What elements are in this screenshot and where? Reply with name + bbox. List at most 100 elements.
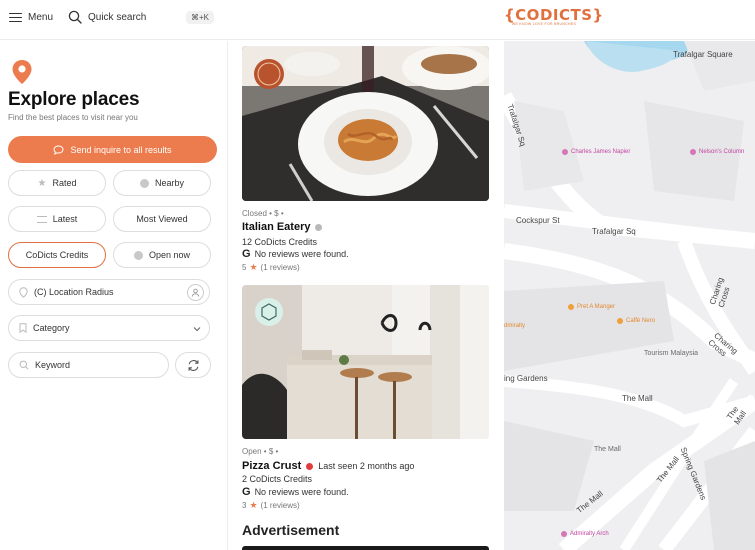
- search-icon: [68, 10, 82, 24]
- filter-most-viewed[interactable]: Most Viewed: [113, 206, 211, 232]
- page-title: Explore places: [8, 89, 140, 110]
- listing-name-text: Pizza Crust: [242, 460, 302, 472]
- street-label: Trafalgar Sq: [592, 227, 636, 236]
- compass-icon: [139, 178, 149, 188]
- rating-value: 3: [242, 501, 247, 510]
- advertisement-banner[interactable]: [242, 546, 489, 550]
- top-bar: Menu Quick search ⌘+K {CODICTS} WE KNOW …: [0, 0, 755, 40]
- filter-most-viewed-label: Most Viewed: [136, 214, 188, 224]
- last-seen-text: Last seen 2 months ago: [318, 461, 415, 471]
- map-poi[interactable]: Caffè Nero: [617, 318, 655, 324]
- street-label: The Mall: [622, 394, 653, 403]
- street-label: Cockspur St: [516, 216, 560, 225]
- map-place-label: The Mall: [594, 446, 621, 453]
- status-dot: [315, 223, 323, 231]
- filter-rated-label: Rated: [52, 178, 77, 188]
- listing-name-text: Italian Eatery: [242, 221, 311, 233]
- listing-google-reviews: G No reviews were found.: [242, 486, 349, 498]
- send-inquire-label: Send inquire to all results: [70, 144, 172, 155]
- filter-open-now[interactable]: Open now: [113, 242, 211, 268]
- keyword-placeholder: Keyword: [35, 360, 71, 370]
- location-pin-icon: [12, 60, 32, 84]
- user-location-icon[interactable]: [187, 284, 204, 301]
- listing-credits: 2 CoDicts Credits: [242, 474, 313, 484]
- map-poi[interactable]: Pret A Manger: [568, 304, 615, 310]
- filter-nearby[interactable]: Nearby: [113, 170, 211, 196]
- poi-marker-icon: [562, 149, 568, 155]
- poi-label: Admiralty Arch: [570, 531, 609, 537]
- google-icon: G: [242, 486, 251, 498]
- shortcut-hint: ⌘+K: [186, 11, 215, 24]
- listing-status-line: Open • $ •: [242, 447, 279, 456]
- poi-marker-icon: [568, 304, 574, 310]
- refresh-icon: [188, 359, 198, 371]
- map-poi[interactable]: Charles James Napier: [562, 149, 630, 155]
- menu-button[interactable]: Menu: [9, 12, 53, 23]
- listing-status-line: Closed • $ •: [242, 209, 284, 218]
- rating-count: (1 reviews): [260, 501, 300, 510]
- poi-label: Caffè Nero: [626, 318, 655, 324]
- bookmark-icon: [19, 323, 27, 333]
- poi-marker-icon: [617, 318, 623, 324]
- poi-label: Nelson's Column: [699, 149, 745, 155]
- status-dot: [306, 462, 314, 470]
- poi-label: Pret A Manger: [577, 304, 616, 310]
- listing-photo-italian-eatery[interactable]: [242, 46, 489, 201]
- listing-feed: Closed • $ • Italian Eatery 12 CoDicts C…: [229, 41, 503, 550]
- map-pin-icon: [19, 286, 28, 298]
- menu-label: Menu: [28, 12, 54, 23]
- reviews-text: No reviews were found.: [254, 487, 349, 497]
- location-radius-placeholder: (C) Location Radius: [34, 287, 114, 297]
- chevron-down-icon: [193, 327, 201, 332]
- star-icon: ★: [37, 177, 47, 189]
- category-placeholder: Category: [33, 323, 70, 333]
- rating-value: 5: [242, 263, 247, 272]
- star-icon: ★: [249, 262, 258, 272]
- listing-credits: 12 CoDicts Credits: [242, 237, 318, 247]
- codicts-logo[interactable]: {CODICTS} WE KNOW LOVE FOR BRUNCHES: [504, 6, 603, 26]
- filter-latest-label: Latest: [52, 214, 78, 224]
- filter-nearby-label: Nearby: [154, 178, 184, 188]
- map-poi[interactable]: Nelson's Column: [690, 149, 744, 155]
- filter-codicts-credits[interactable]: CoDicts Credits: [8, 242, 106, 268]
- listing-google-reviews: G No reviews were found.: [242, 248, 349, 260]
- logo-tagline: WE KNOW LOVE FOR BRUNCHES: [511, 22, 577, 26]
- map-poi[interactable]: dmiralty: [504, 323, 525, 329]
- location-radius-field[interactable]: (C) Location Radius: [8, 279, 210, 305]
- poi-marker-icon: [561, 531, 567, 537]
- list-icon: [36, 215, 47, 223]
- refresh-button[interactable]: [175, 352, 211, 378]
- street-label: ing Gardens: [504, 374, 548, 383]
- star-icon: ★: [249, 500, 258, 510]
- map-view[interactable]: Trafalgar Square Trafalgar Sq Cockspur S…: [504, 41, 755, 550]
- poi-label: Charles James Napier: [571, 149, 631, 155]
- listing-photo-pizza-crust[interactable]: [242, 285, 489, 439]
- category-select[interactable]: Category: [8, 315, 210, 341]
- poi-label: dmiralty: [504, 323, 526, 329]
- listing-name[interactable]: Pizza Crust Last seen 2 months ago: [242, 460, 414, 472]
- send-inquire-button[interactable]: Send inquire to all results: [8, 136, 217, 163]
- page-subtitle: Find the best places to visit near you: [8, 113, 138, 122]
- reviews-text: No reviews were found.: [254, 249, 349, 259]
- rating-count: (1 reviews): [260, 263, 300, 272]
- chat-bubble-icon: [53, 144, 64, 155]
- map-poi[interactable]: Admiralty Arch: [561, 531, 609, 537]
- search-icon: [19, 360, 29, 370]
- map-place-label: Tourism Malaysia: [644, 350, 699, 357]
- filter-open-now-label: Open now: [148, 250, 191, 260]
- filter-rated[interactable]: ★ Rated: [8, 170, 106, 196]
- listing-rating: 5 ★ (1 reviews): [242, 262, 300, 273]
- hamburger-icon: [9, 13, 22, 22]
- listing-name[interactable]: Italian Eatery: [242, 221, 323, 233]
- poi-marker-icon: [690, 149, 696, 155]
- filter-latest[interactable]: Latest: [8, 206, 106, 232]
- filter-sidebar: Explore places Find the best places to v…: [0, 41, 228, 550]
- quick-search-button[interactable]: Quick search: [68, 10, 146, 24]
- keyword-input[interactable]: Keyword: [8, 352, 169, 378]
- listing-rating: 3 ★ (1 reviews): [242, 500, 300, 511]
- google-icon: G: [242, 248, 251, 260]
- filter-credits-label: CoDicts Credits: [25, 250, 89, 260]
- quick-search-label: Quick search: [88, 11, 147, 23]
- street-label: Trafalgar Square: [673, 50, 733, 59]
- advertisement-heading: Advertisement: [242, 522, 340, 538]
